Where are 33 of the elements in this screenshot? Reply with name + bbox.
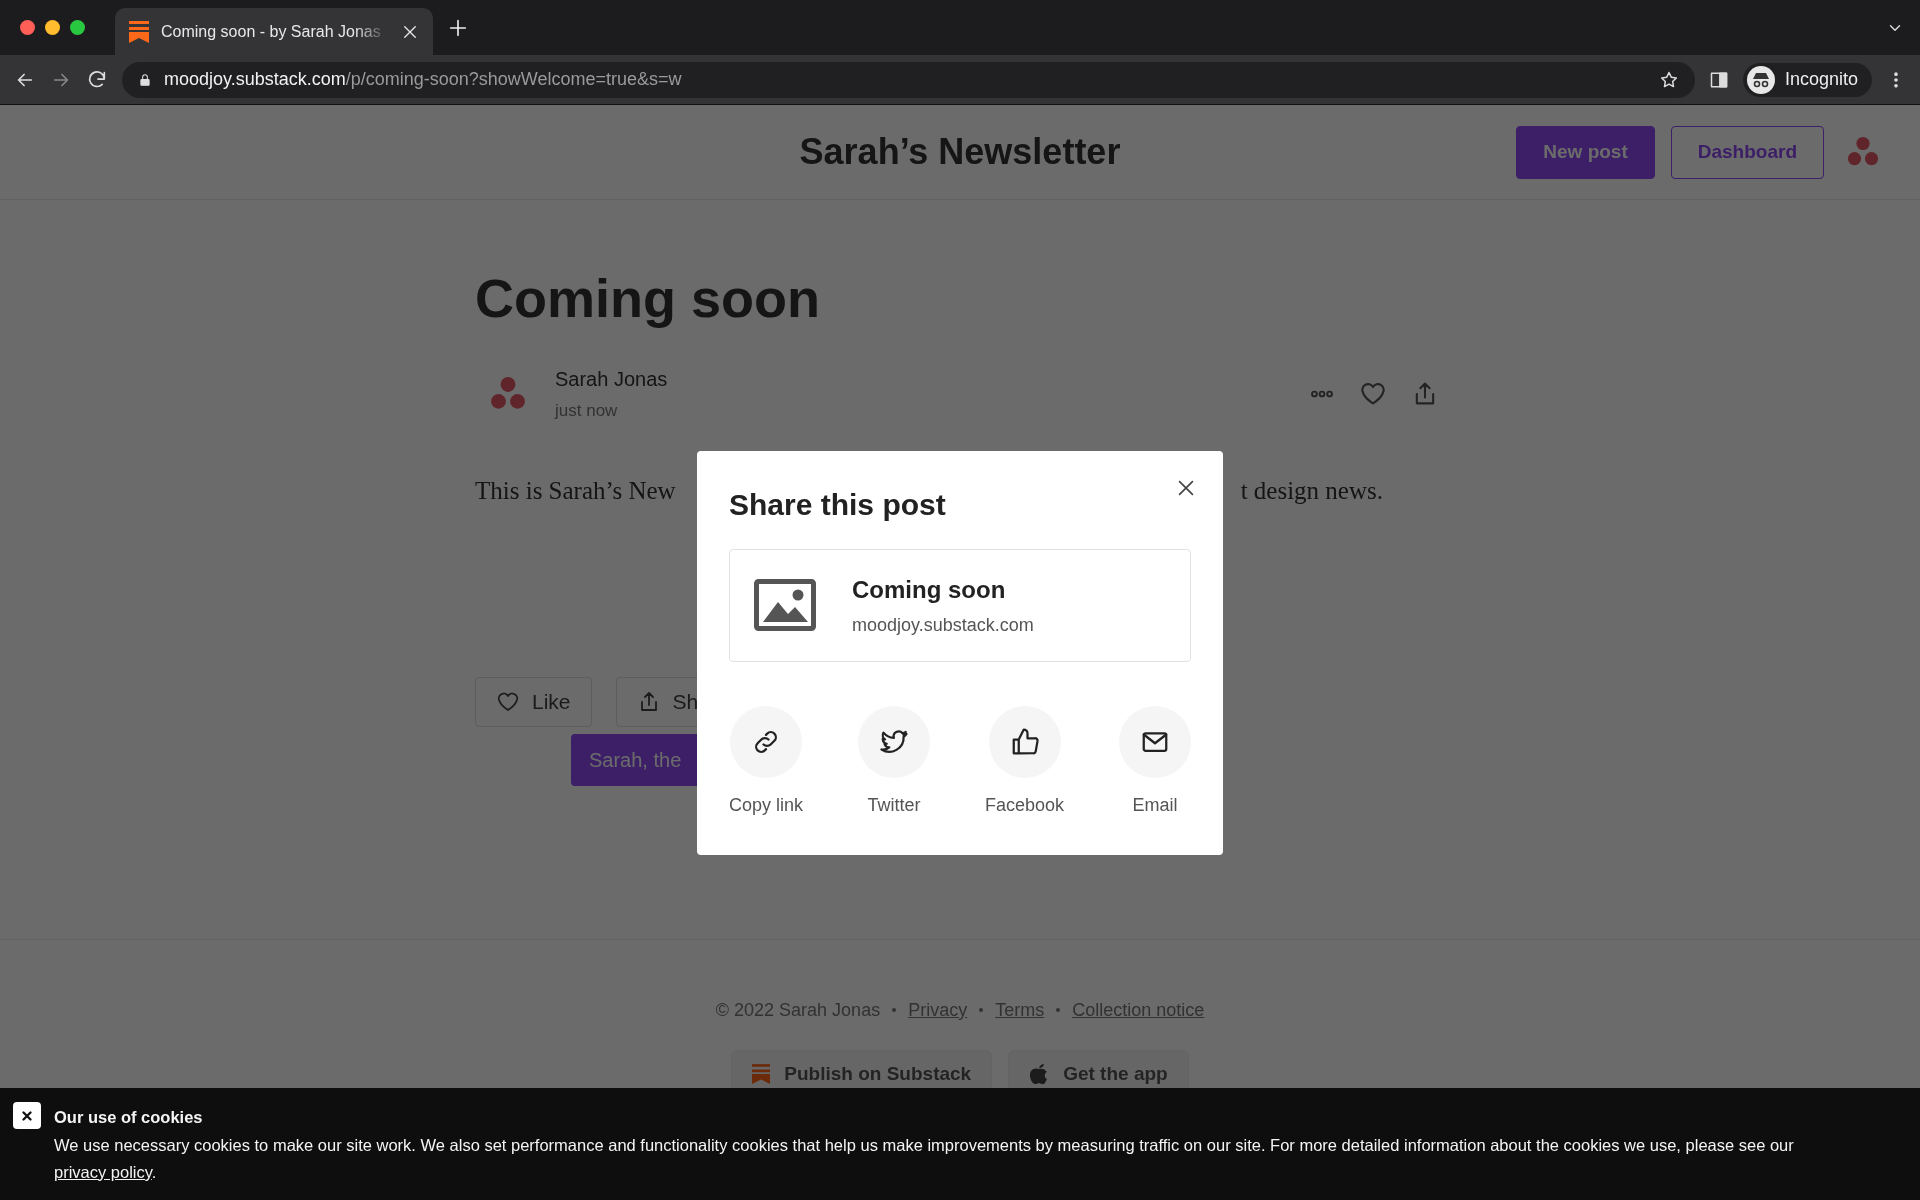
window-control-icon	[20, 20, 35, 35]
dialog-title: Share this post	[729, 486, 947, 523]
url-text: moodjoy.substack.com/p/coming-soon?showWelcome=true&s=w	[164, 68, 682, 91]
window-control-icon	[70, 20, 85, 35]
window-control-icon	[45, 20, 60, 35]
incognito-icon	[1746, 65, 1775, 94]
copyright-text: © 2022 Sarah Jonas	[715, 998, 881, 1022]
privacy-policy-link[interactable]: privacy policy	[54, 1162, 152, 1181]
image-icon	[754, 579, 816, 631]
separator-dot	[1056, 1008, 1061, 1013]
preview-domain: moodjoy.substack.com	[852, 613, 1034, 637]
author-name: Sarah Jonas	[555, 366, 668, 392]
post-time: just now	[555, 399, 619, 422]
lock-icon	[138, 71, 152, 88]
separator-dot	[979, 1008, 984, 1013]
body-text: t design news.	[1240, 476, 1383, 507]
star-icon[interactable]	[1658, 69, 1679, 90]
preview-title: Coming soon	[852, 574, 1007, 605]
tab-title: Coming soon - by Sarah Jonas	[161, 21, 382, 42]
apple-icon	[1029, 1061, 1050, 1086]
post-title: Coming soon	[475, 267, 821, 330]
newsletter-title: Sarah’s Newsletter	[799, 130, 1121, 174]
separator-dot	[892, 1008, 897, 1013]
browser-tab[interactable]: Coming soon - by Sarah Jonas	[115, 8, 433, 55]
profile-button[interactable]: Incognito	[1742, 62, 1872, 97]
body-text: This is Sarah’s New	[475, 476, 676, 507]
cookie-title: Our use of cookies	[54, 1107, 204, 1128]
cookie-text: We use necessary cookies to make our site work. We also set performance and functionality cookies that help us make improvements by measuring traffic on our site. For more detailed information about the cookies we use, please see our privacy policy.	[54, 1134, 1795, 1183]
bookmark-icon	[752, 1063, 771, 1084]
address-bar[interactable]: moodjoy.substack.com/p/coming-soon?showWelcome=true&s=w	[122, 61, 1695, 98]
close-icon	[20, 1108, 34, 1123]
bookmark-icon	[129, 20, 149, 43]
close-button[interactable]	[13, 1102, 41, 1129]
